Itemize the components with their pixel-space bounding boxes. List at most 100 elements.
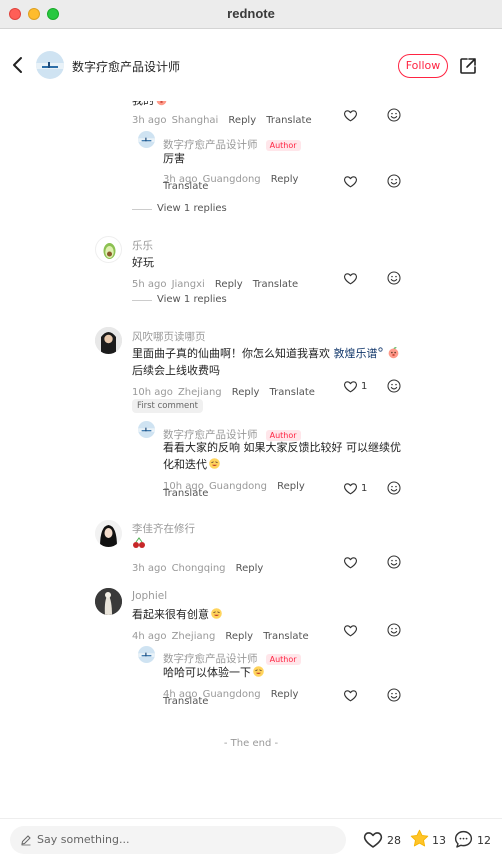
comments-list: 我的 3h ago Shanghai Reply Translate 数字疗愈产… [0, 101, 502, 818]
reply-location: Guangdong [202, 689, 261, 700]
comment-text: 看起来很有创意 [132, 608, 209, 621]
reply-button[interactable]: Reply [271, 689, 299, 700]
author-badge: Author [265, 654, 301, 665]
avatar[interactable] [95, 327, 122, 354]
like-count: 28 [387, 834, 401, 847]
emoji-reaction-icon[interactable] [386, 378, 402, 394]
commenter-name[interactable]: 李佳齐在修行 [132, 521, 195, 536]
reply-location: Guangdong [208, 481, 267, 492]
heart-icon[interactable] [343, 623, 358, 638]
emoji-reaction-icon[interactable] [386, 554, 402, 570]
view-replies-button[interactable]: View 1 replies [157, 203, 227, 214]
commenter-name[interactable]: 风吹哪页读哪页 [132, 329, 206, 344]
back-arrow-icon[interactable] [8, 55, 28, 75]
comment-text-line2: 后续会上线收费吗 [132, 364, 220, 377]
emoji-reaction-icon[interactable] [386, 687, 402, 703]
reply-text: 看看大家的反响 如果大家反馈比较好 可以继续优 [163, 441, 401, 454]
avatar[interactable] [95, 520, 122, 547]
heart-icon[interactable] [343, 108, 358, 123]
translate-button[interactable]: Translate [163, 181, 208, 192]
bottom-action-bar: Say something... 28 13 12 [0, 818, 502, 859]
divider [132, 300, 152, 301]
share-icon[interactable] [458, 56, 478, 76]
emoji-laugh-icon [252, 665, 265, 678]
translate-button[interactable]: Translate [266, 115, 311, 126]
avatar[interactable] [138, 131, 155, 148]
emoji-peach-icon [387, 346, 400, 359]
comment-location: Chongqing [171, 563, 226, 574]
view-replies-button[interactable]: View 1 replies [157, 294, 227, 305]
translate-button[interactable]: Translate [163, 488, 208, 499]
comment-location: Jiangxi [171, 279, 205, 290]
divider [132, 209, 152, 210]
comment-time: 3h ago [132, 115, 167, 126]
follow-button[interactable]: Follow [398, 54, 448, 78]
heart-icon[interactable] [343, 688, 358, 703]
topic-link[interactable]: 敦煌乐谱 [334, 347, 378, 360]
comment-time: 4h ago [132, 631, 167, 642]
avatar[interactable] [95, 236, 122, 263]
heart-icon[interactable] [343, 481, 358, 496]
comment-input-placeholder: Say something... [37, 833, 130, 846]
reply-text-line2: 化和迭代 [163, 458, 207, 471]
emoji-reaction-icon[interactable] [386, 480, 402, 496]
comment-time: 10h ago [132, 387, 173, 398]
translate-button[interactable]: Translate [263, 631, 308, 642]
reply-button[interactable]: Reply [215, 279, 243, 290]
heart-icon[interactable] [343, 174, 358, 189]
avatar[interactable] [138, 421, 155, 438]
emoji-laugh-icon [208, 457, 221, 470]
emoji-reaction-icon[interactable] [386, 107, 402, 123]
emoji-cherries-icon [133, 537, 145, 548]
commenter-name[interactable]: Jophiel [132, 590, 167, 602]
reply-button[interactable]: Reply [232, 387, 260, 398]
comment-count: 12 [477, 834, 491, 847]
translate-button[interactable]: Translate [270, 387, 315, 398]
end-of-list-text: - The end - [223, 738, 279, 749]
comment-location: Zhejiang [177, 387, 222, 398]
reply-text: 厉害 [163, 152, 185, 165]
avatar[interactable] [138, 646, 155, 663]
search-small-icon [377, 347, 383, 352]
like-post-heart-icon[interactable] [362, 829, 384, 850]
emoji-reaction-icon[interactable] [386, 270, 402, 286]
star-collect-icon[interactable] [409, 828, 430, 849]
commenter-name[interactable]: 乐乐 [132, 238, 153, 253]
author-badge: Author [265, 140, 301, 151]
comment-bubble-icon[interactable] [453, 829, 474, 850]
window-title: rednote [227, 6, 275, 21]
comment-location: Zhejiang [171, 631, 216, 642]
emoji-reaction-icon[interactable] [386, 173, 402, 189]
comment-location: Shanghai [171, 115, 219, 126]
author-avatar[interactable] [36, 51, 64, 79]
comment-text: 里面曲子真的仙曲啊！你怎么知道我喜欢 [132, 347, 330, 360]
reply-button[interactable]: Reply [236, 563, 264, 574]
heart-icon[interactable] [343, 555, 358, 570]
star-count: 13 [432, 834, 446, 847]
comment-time: 5h ago [132, 279, 167, 290]
like-count: 1 [361, 381, 368, 392]
post-header: 数字疗愈产品设计师 Follow [0, 29, 502, 101]
reply-location: Guangdong [202, 174, 261, 185]
window-titlebar: rednote [0, 0, 502, 29]
reply-button[interactable]: Reply [271, 174, 299, 185]
emoji-peach-icon [155, 101, 168, 106]
reply-button[interactable]: Reply [228, 115, 256, 126]
pencil-icon [21, 835, 31, 846]
translate-button[interactable]: Translate [253, 279, 298, 290]
reply-button[interactable]: Reply [277, 481, 305, 492]
first-comment-badge: First comment [132, 399, 203, 413]
emoji-reaction-icon[interactable] [386, 622, 402, 638]
translate-button[interactable]: Translate [163, 696, 208, 707]
comment-text: 我的 [132, 101, 154, 107]
avatar[interactable] [95, 588, 122, 615]
comment-time: 3h ago [132, 563, 167, 574]
reply-text: 哈哈可以体验一下 [163, 666, 251, 679]
author-name[interactable]: 数字疗愈产品设计师 [72, 58, 180, 75]
emoji-laugh-icon [210, 607, 223, 620]
comment-input[interactable]: Say something... [10, 826, 346, 854]
heart-icon[interactable] [343, 271, 358, 286]
heart-icon[interactable] [343, 379, 358, 394]
reply-button[interactable]: Reply [225, 631, 253, 642]
like-count: 1 [361, 483, 368, 494]
